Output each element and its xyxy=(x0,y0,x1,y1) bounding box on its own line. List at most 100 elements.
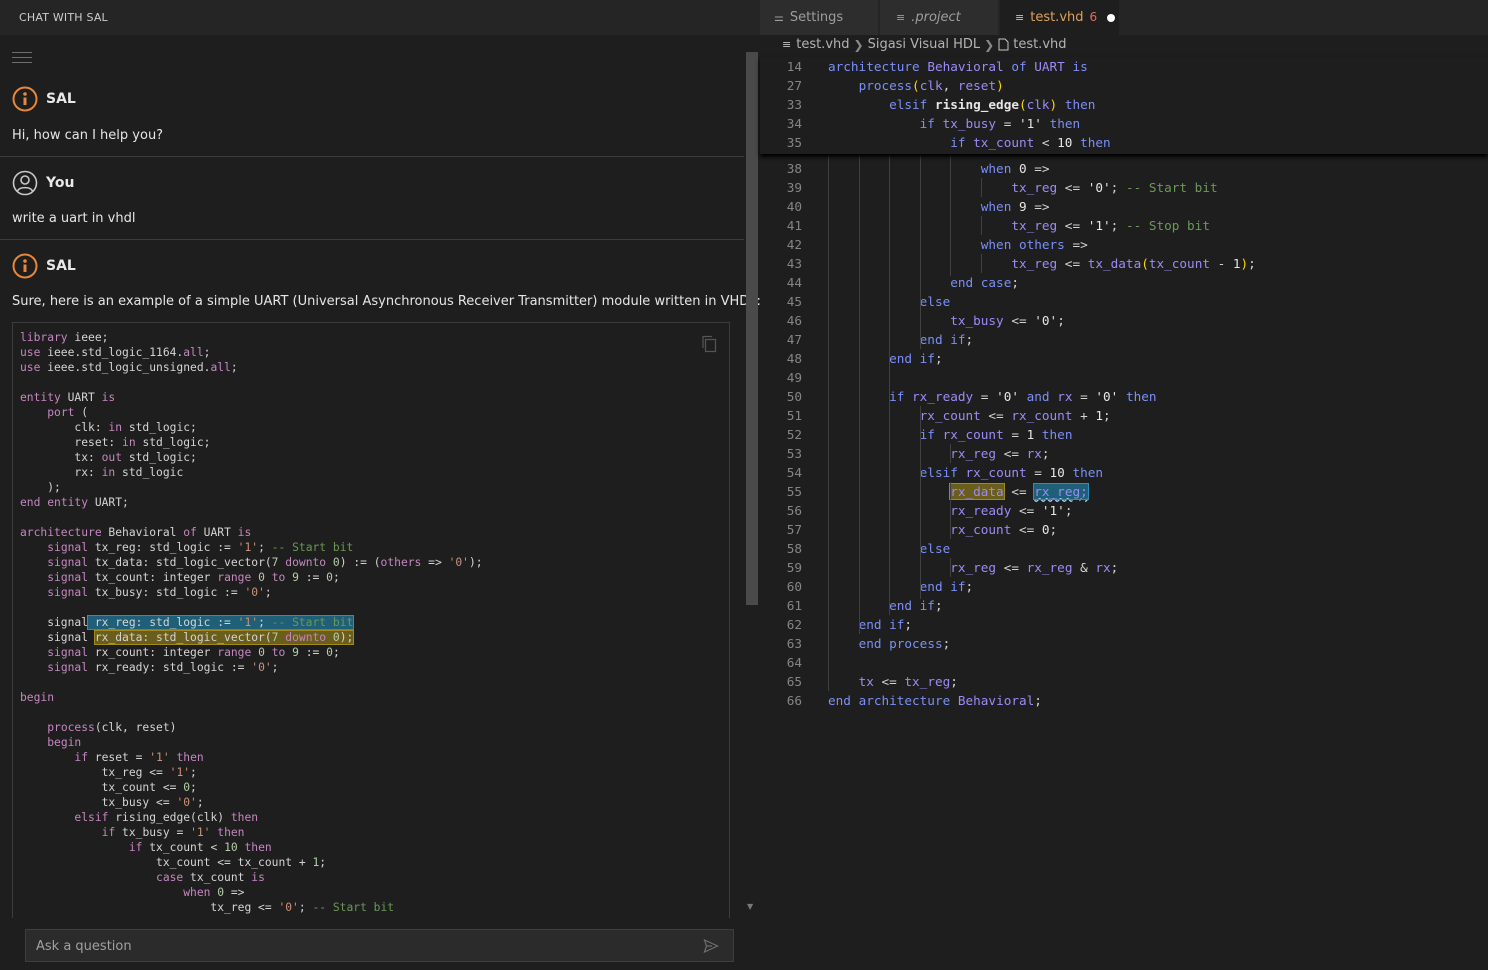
line-source: tx_busy <= '0'; xyxy=(950,313,1065,328)
code-line[interactable]: 48 end if; xyxy=(760,349,1488,368)
code-line[interactable]: 47 end if; xyxy=(760,330,1488,349)
line-source: end if; xyxy=(889,351,943,366)
indent-guide xyxy=(889,155,891,615)
line-source: architecture Behavioral of UART is xyxy=(828,59,1088,74)
line-number: 53 xyxy=(786,446,802,461)
line-source: end case; xyxy=(950,275,1019,290)
line-source: rx_data <= rx_reg; xyxy=(949,483,1089,500)
code-line[interactable]: 42 when others => xyxy=(760,235,1488,254)
question-input[interactable] xyxy=(26,930,698,963)
line-number: 56 xyxy=(786,503,802,518)
settings-icon: ⚌ xyxy=(774,11,784,24)
line-number: 47 xyxy=(786,332,802,347)
line-number: 42 xyxy=(786,237,802,252)
sal-logo-icon xyxy=(12,86,38,112)
code-line[interactable]: 58 else xyxy=(760,539,1488,558)
breadcrumb-item[interactable]: test.vhd xyxy=(796,37,849,52)
code-line[interactable]: 33 elsif rising_edge(clk) then xyxy=(760,95,1488,114)
tab-label: Settings xyxy=(789,10,844,25)
code-line[interactable]: 49 xyxy=(760,368,1488,387)
code-line[interactable]: 60 end if; xyxy=(760,577,1488,596)
message-author: SAL xyxy=(46,258,76,274)
line-number: 49 xyxy=(786,370,802,385)
breadcrumb-item[interactable]: test.vhd xyxy=(1013,37,1066,52)
indent-guide xyxy=(919,155,921,349)
tab-project[interactable]: ≡ .project xyxy=(880,0,999,35)
code-line[interactable]: 27 process(clk, reset) xyxy=(760,76,1488,95)
indent-guide xyxy=(981,254,982,273)
code-line[interactable]: 35 if tx_count < 10 then xyxy=(760,133,1488,152)
tab-settings[interactable]: ⚌ Settings xyxy=(760,0,879,35)
line-source: process(clk, reset) xyxy=(858,78,1004,93)
code-line[interactable]: 39 tx_reg <= '0'; -- Start bit xyxy=(760,178,1488,197)
code-line[interactable]: 43 tx_reg <= tx_data(tx_count - 1); xyxy=(760,254,1488,273)
code-line[interactable]: 34 if tx_busy = '1' then xyxy=(760,114,1488,133)
code-line[interactable]: 54 elsif rx_count = 10 then xyxy=(760,463,1488,482)
copy-icon[interactable] xyxy=(701,335,717,353)
indent-guide xyxy=(950,558,952,577)
scroll-down-arrow-icon[interactable]: ▼ xyxy=(747,902,753,911)
line-source: rx_count <= rx_count + 1; xyxy=(919,408,1111,423)
line-number: 41 xyxy=(786,218,802,233)
file-lines-icon: ≡ xyxy=(782,38,792,51)
line-number: 52 xyxy=(786,427,802,442)
message-author: You xyxy=(46,175,75,191)
tab-bar: ⚌ Settings ≡ .project ≡ test.vhd 6 xyxy=(760,0,1488,35)
highlight-rx-data: rx_data: std_logic_vector(7 downto 0); xyxy=(93,630,355,645)
code-line[interactable]: 51 rx_count <= rx_count + 1; xyxy=(760,406,1488,425)
code-line[interactable]: 59 rx_reg <= rx_reg & rx; xyxy=(760,558,1488,577)
code-line[interactable]: 66 end architecture Behavioral; xyxy=(760,691,1488,710)
message-header: SAL xyxy=(12,253,76,279)
line-source: when others => xyxy=(980,237,1088,252)
code-line[interactable]: 41 tx_reg <= '1'; -- Stop bit xyxy=(760,216,1488,235)
code-line[interactable]: 50 if rx_ready = '0' and rx = '0' then xyxy=(760,387,1488,406)
scrollbar-thumb[interactable] xyxy=(746,52,758,605)
line-source: if rx_count = 1 then xyxy=(919,427,1073,442)
line-number: 64 xyxy=(786,655,802,670)
code-line[interactable]: 55 rx_data <= rx_reg; xyxy=(760,482,1488,501)
line-source: when 9 => xyxy=(980,199,1050,214)
code-line[interactable]: 61 end if; xyxy=(760,596,1488,615)
line-number: 39 xyxy=(786,180,802,195)
indent-guide xyxy=(828,155,829,691)
line-number: 58 xyxy=(786,541,802,556)
message-header: SAL xyxy=(12,86,76,112)
send-icon[interactable] xyxy=(703,938,719,954)
code-line[interactable]: 14 architecture Behavioral of UART is xyxy=(760,57,1488,76)
code-line[interactable]: 63 end process; xyxy=(760,634,1488,653)
code-line[interactable]: 46 tx_busy <= '0'; xyxy=(760,311,1488,330)
line-number: 45 xyxy=(786,294,802,309)
chat-panel-title: CHAT WITH SAL xyxy=(0,0,760,35)
menu-icon[interactable] xyxy=(12,52,32,66)
code-line[interactable]: 44 end case; xyxy=(760,273,1488,292)
code-line[interactable]: 62 end if; xyxy=(760,615,1488,634)
code-line[interactable]: 57 rx_count <= 0; xyxy=(760,520,1488,539)
code-line[interactable]: 38 when 0 => xyxy=(760,159,1488,178)
breadcrumb-item[interactable]: Sigasi Visual HDL xyxy=(868,37,981,52)
line-source: end if; xyxy=(919,579,974,594)
line-source: tx <= tx_reg; xyxy=(858,674,958,689)
breadcrumb: ≡ test.vhd ❯ Sigasi Visual HDL ❯ test.vhd xyxy=(782,37,1067,57)
line-source: tx_reg <= '0'; -- Start bit xyxy=(1011,180,1218,195)
problems-count-badge: 6 xyxy=(1089,10,1098,24)
code-line[interactable]: 52 if rx_count = 1 then xyxy=(760,425,1488,444)
line-number: 55 xyxy=(786,484,802,499)
code-line[interactable]: 53 rx_reg <= rx; xyxy=(760,444,1488,463)
tab-test-vhd[interactable]: ≡ test.vhd 6 xyxy=(1000,0,1120,35)
code-line[interactable]: 56 rx_ready <= '1'; xyxy=(760,501,1488,520)
line-source: elsif rising_edge(clk) then xyxy=(889,97,1096,112)
line-source: elsif rx_count = 10 then xyxy=(919,465,1104,480)
code-line[interactable]: 45 else xyxy=(760,292,1488,311)
indent-guide xyxy=(919,406,921,599)
line-source: rx_reg <= rx; xyxy=(950,446,1050,461)
code-line[interactable]: 65 tx <= tx_reg; xyxy=(760,672,1488,691)
indent-guide xyxy=(981,178,982,197)
line-source: tx_reg <= tx_data(tx_count - 1); xyxy=(1011,256,1256,271)
indent-guide xyxy=(950,482,952,539)
unsaved-dot-icon[interactable] xyxy=(1107,13,1116,22)
code-line[interactable]: 40 when 9 => xyxy=(760,197,1488,216)
code-line[interactable]: 64 xyxy=(760,653,1488,672)
line-source: end architecture Behavioral; xyxy=(828,693,1042,708)
line-number: 35 xyxy=(786,135,802,150)
sal-logo-icon xyxy=(12,253,38,279)
